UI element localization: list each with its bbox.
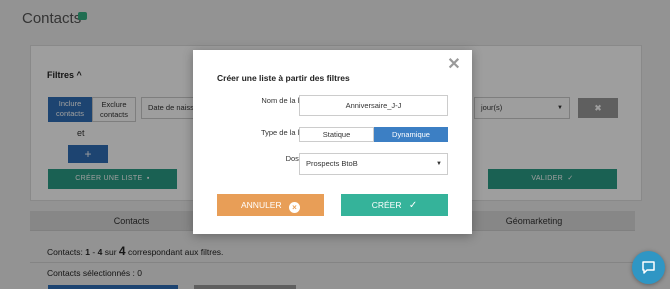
create-button[interactable]: CRÉER ✓ (341, 194, 448, 216)
list-name-label: Nom de la liste (261, 96, 311, 105)
list-type-dynamic-option[interactable]: Dynamique (374, 127, 448, 142)
check-icon: ✓ (408, 200, 418, 211)
modal-title: Créer une liste à partir des filtres (217, 73, 350, 83)
caret-down-icon: ▼ (436, 161, 442, 167)
cancel-button[interactable]: ANNULER × (217, 194, 324, 216)
chat-button[interactable] (632, 251, 665, 284)
list-name-input[interactable] (299, 95, 448, 116)
chat-icon (642, 261, 655, 274)
close-icon[interactable]: ✕ (447, 57, 461, 73)
list-type-static-option[interactable]: Statique (299, 127, 374, 142)
create-label: CRÉER (371, 200, 402, 210)
close-circle-icon: × (289, 202, 300, 213)
folder-select-value: Prospects BtoB (306, 159, 358, 168)
list-type-label: Type de la liste (260, 128, 311, 137)
folder-select[interactable]: Prospects BtoB ▼ (299, 153, 448, 175)
create-list-modal: Créer une liste à partir des filtres ✕ N… (193, 50, 472, 234)
cancel-label: ANNULER (241, 200, 282, 210)
folder-label: Dossier (221, 154, 311, 163)
